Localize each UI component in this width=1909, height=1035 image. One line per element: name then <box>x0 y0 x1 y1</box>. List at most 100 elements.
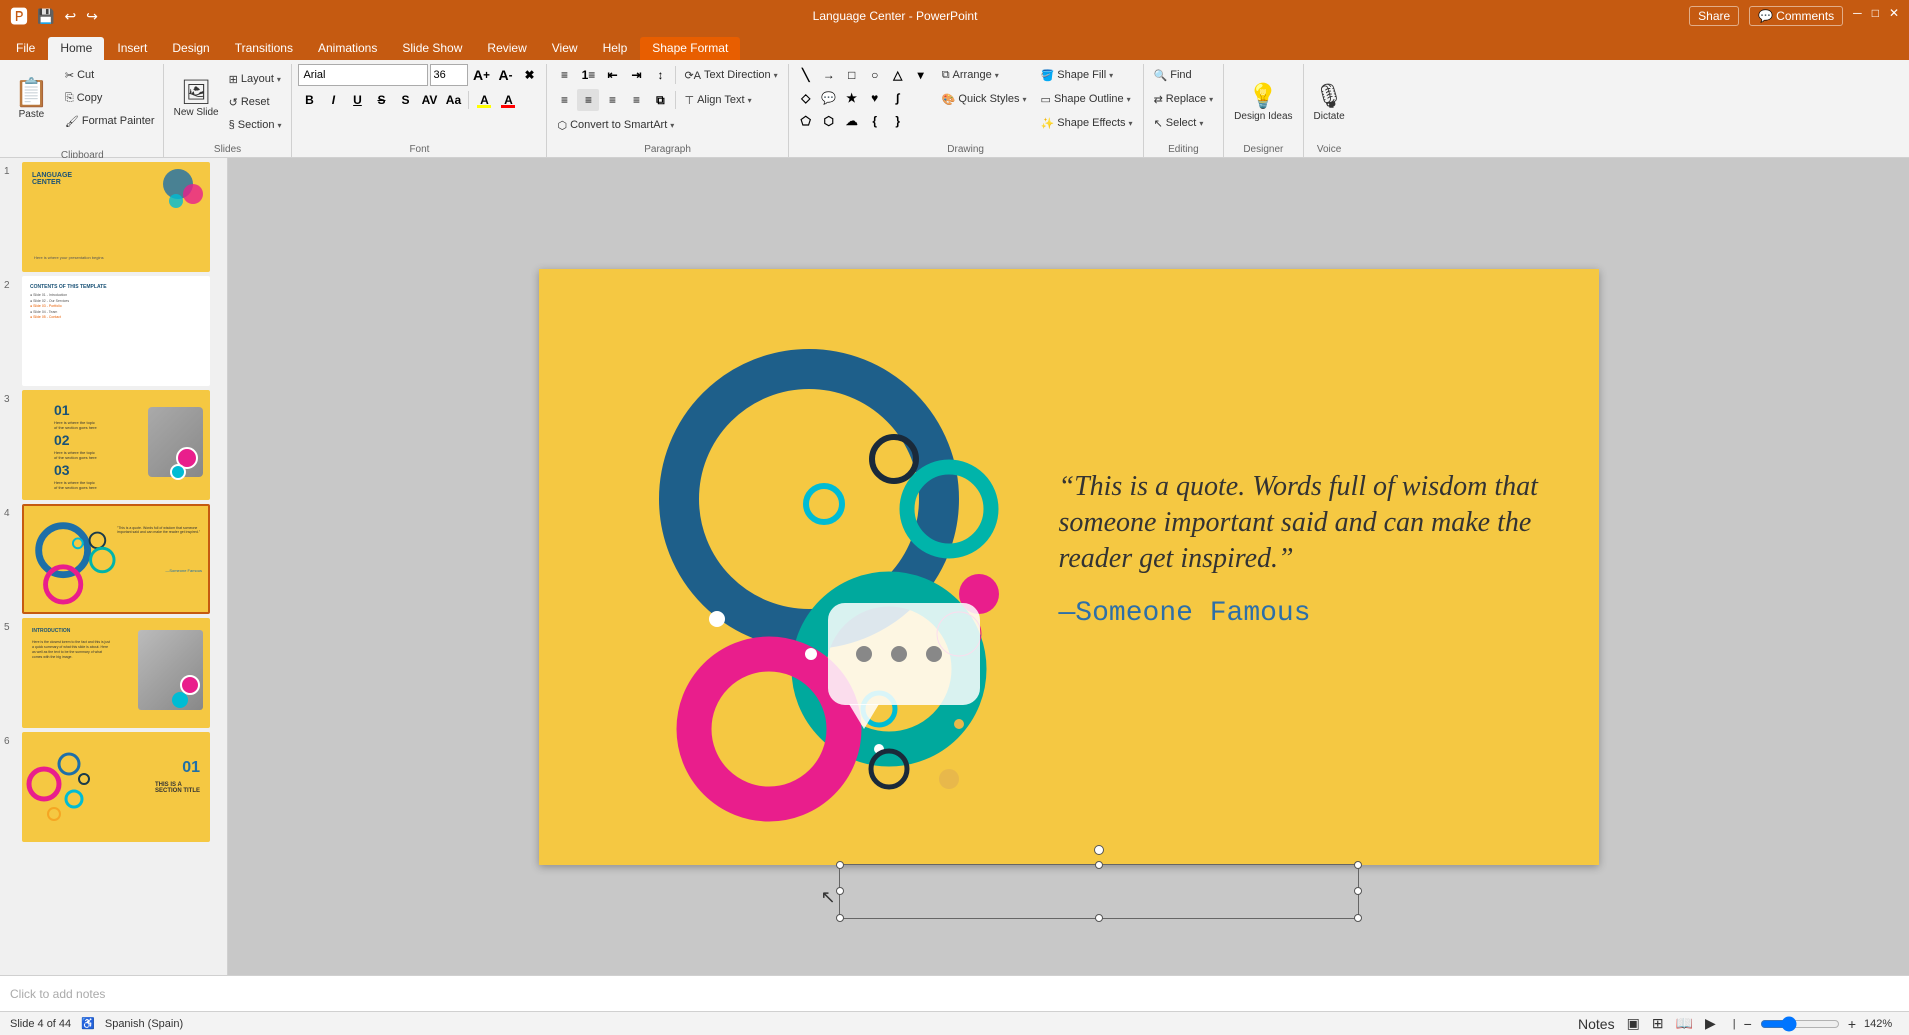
numbering-button[interactable]: 1≡ <box>577 64 599 86</box>
handle-tr[interactable] <box>1354 861 1362 869</box>
tab-file[interactable]: File <box>4 37 47 60</box>
text-direction-button[interactable]: ⟳A Text Direction ▾ <box>680 64 781 86</box>
convert-smartart-button[interactable]: ⬡ Convert to SmartArt ▾ <box>553 114 678 136</box>
slide-canvas[interactable]: “This is a quote. Words full of wisdom t… <box>539 269 1599 865</box>
slide-item-4[interactable]: 4 "This is a quote. Words full of wisdom… <box>4 504 223 614</box>
selection-box[interactable] <box>839 864 1359 919</box>
format-painter-button[interactable]: 🖌 Format Painter <box>61 110 159 132</box>
share-button[interactable]: Share <box>1689 6 1739 26</box>
maximize-button[interactable]: □ <box>1872 6 1879 26</box>
normal-view-button[interactable]: ▣ <box>1624 1015 1643 1032</box>
underline-button[interactable]: U <box>346 89 368 111</box>
shape-bracket-l-tool[interactable]: { <box>864 110 886 132</box>
slide-item-2[interactable]: 2 CONTENTS OF THIS TEMPLATE ● Slide 01 -… <box>4 276 223 386</box>
decrease-indent-button[interactable]: ⇤ <box>601 64 623 86</box>
align-right-button[interactable]: ≡ <box>601 89 623 111</box>
zoom-out-button[interactable]: − <box>1742 1016 1754 1032</box>
shape-oval-tool[interactable]: ○ <box>864 64 886 86</box>
shape-star-tool[interactable]: ★ <box>841 87 863 109</box>
reset-button[interactable]: ↺ Reset <box>225 91 286 113</box>
layout-button[interactable]: ⊞ Layout ▾ <box>225 68 286 90</box>
shape-hexagon-tool[interactable]: ⬡ <box>818 110 840 132</box>
tab-review[interactable]: Review <box>475 37 538 60</box>
font-size-input[interactable] <box>430 64 468 86</box>
slide-sorter-button[interactable]: ⊞ <box>1649 1015 1667 1032</box>
shape-arrow-tool[interactable]: → <box>818 64 840 86</box>
redo-icon[interactable]: ↪ <box>83 7 101 26</box>
clear-format-button[interactable]: ✖ <box>518 64 540 86</box>
font-name-input[interactable] <box>298 64 428 86</box>
shape-pentagon-tool[interactable]: ⬠ <box>795 110 817 132</box>
comments-button[interactable]: 💬 Comments <box>1749 6 1843 26</box>
italic-button[interactable]: I <box>322 89 344 111</box>
shape-callout-tool[interactable]: 💬 <box>818 87 840 109</box>
slideshow-button[interactable]: ▶ <box>1702 1015 1719 1032</box>
align-center-button[interactable]: ≡ <box>577 89 599 111</box>
tab-insert[interactable]: Insert <box>105 37 159 60</box>
zoom-level[interactable]: 142% <box>1864 1018 1899 1030</box>
tab-shapeformat[interactable]: Shape Format <box>640 37 740 60</box>
slide-item-1[interactable]: 1 LANGUAGECENTER Here is where your pres… <box>4 162 223 272</box>
design-ideas-button[interactable]: 💡 Design Ideas <box>1230 68 1296 138</box>
rotate-handle[interactable] <box>1094 845 1104 855</box>
language-indicator[interactable]: Spanish (Spain) <box>105 1018 183 1030</box>
shape-bracket-r-tool[interactable]: } <box>887 110 909 132</box>
tab-home[interactable]: Home <box>48 37 104 60</box>
save-icon[interactable]: 💾 <box>34 7 57 26</box>
shape-triangle-tool[interactable]: △ <box>887 64 909 86</box>
copy-button[interactable]: ⎘ Copy <box>61 87 159 109</box>
slide-item-3[interactable]: 3 01 Here is where the topicof the secti… <box>4 390 223 500</box>
find-button[interactable]: 🔍 Find <box>1150 64 1196 86</box>
handle-mr[interactable] <box>1354 887 1362 895</box>
slide-item-5[interactable]: 5 INTRODUCTION Here is the closest lorem… <box>4 618 223 728</box>
handle-bl[interactable] <box>836 914 844 922</box>
shadow-button[interactable]: S <box>394 89 416 111</box>
new-slide-button[interactable]: 🖼 New Slide <box>170 64 223 134</box>
tab-help[interactable]: Help <box>591 37 640 60</box>
quick-styles-button[interactable]: 🎨 Quick Styles ▾ <box>938 88 1031 110</box>
handle-ml[interactable] <box>836 887 844 895</box>
columns-button[interactable]: ⧉ <box>649 89 671 111</box>
decrease-font-size-button[interactable]: A- <box>494 64 516 86</box>
handle-tl[interactable] <box>836 861 844 869</box>
undo-icon[interactable]: ↩ <box>61 7 79 26</box>
dictate-button[interactable]: 🎙 Dictate <box>1310 68 1349 138</box>
shape-rect-tool[interactable]: □ <box>841 64 863 86</box>
shape-line-tool[interactable]: ╲ <box>795 64 817 86</box>
slide-item-6[interactable]: 6 01 THIS IS ASECTION TITLE <box>4 732 223 842</box>
strikethrough-button[interactable]: S <box>370 89 392 111</box>
shape-curve-tool[interactable]: ∫ <box>887 87 909 109</box>
tab-slideshow[interactable]: Slide Show <box>390 37 474 60</box>
shape-heart-tool[interactable]: ♥ <box>864 87 886 109</box>
char-spacing-button[interactable]: AV <box>418 89 440 111</box>
reading-view-button[interactable]: 📖 <box>1673 1015 1696 1032</box>
select-button[interactable]: ↖ Select ▾ <box>1150 112 1208 134</box>
increase-font-size-button[interactable]: A+ <box>470 64 492 86</box>
replace-button[interactable]: ⇄ Replace ▾ <box>1150 88 1218 110</box>
zoom-in-button[interactable]: + <box>1846 1016 1858 1032</box>
tab-animations[interactable]: Animations <box>306 37 389 60</box>
linespacing-button[interactable]: ↕ <box>649 64 671 86</box>
align-left-button[interactable]: ≡ <box>553 89 575 111</box>
zoom-slider[interactable] <box>1760 1016 1840 1032</box>
shape-cloud-tool[interactable]: ☁ <box>841 110 863 132</box>
close-button[interactable]: ✕ <box>1889 6 1899 26</box>
case-button[interactable]: Aa <box>442 89 464 111</box>
justify-button[interactable]: ≡ <box>625 89 647 111</box>
paste-button[interactable]: 📋 Paste <box>6 64 57 132</box>
section-button[interactable]: § Section ▾ <box>225 114 286 136</box>
cut-button[interactable]: ✂ Cut <box>61 64 159 86</box>
handle-br[interactable] <box>1354 914 1362 922</box>
tab-transitions[interactable]: Transitions <box>223 37 305 60</box>
align-text-button[interactable]: ⊤ Align Text ▾ <box>680 89 755 111</box>
shape-outline-button[interactable]: ▭ Shape Outline ▾ <box>1037 88 1137 110</box>
accessibility-icon[interactable]: ♿ <box>81 1017 95 1030</box>
notes-area[interactable]: Click to add notes <box>0 975 1909 1011</box>
bold-button[interactable]: B <box>298 89 320 111</box>
handle-bc[interactable] <box>1095 914 1103 922</box>
tab-design[interactable]: Design <box>160 37 221 60</box>
bullets-button[interactable]: ≡ <box>553 64 575 86</box>
shape-more-button[interactable]: ▾ <box>910 64 932 86</box>
tab-view[interactable]: View <box>540 37 590 60</box>
arrange-button[interactable]: ⧉ Arrange ▾ <box>938 64 1031 86</box>
